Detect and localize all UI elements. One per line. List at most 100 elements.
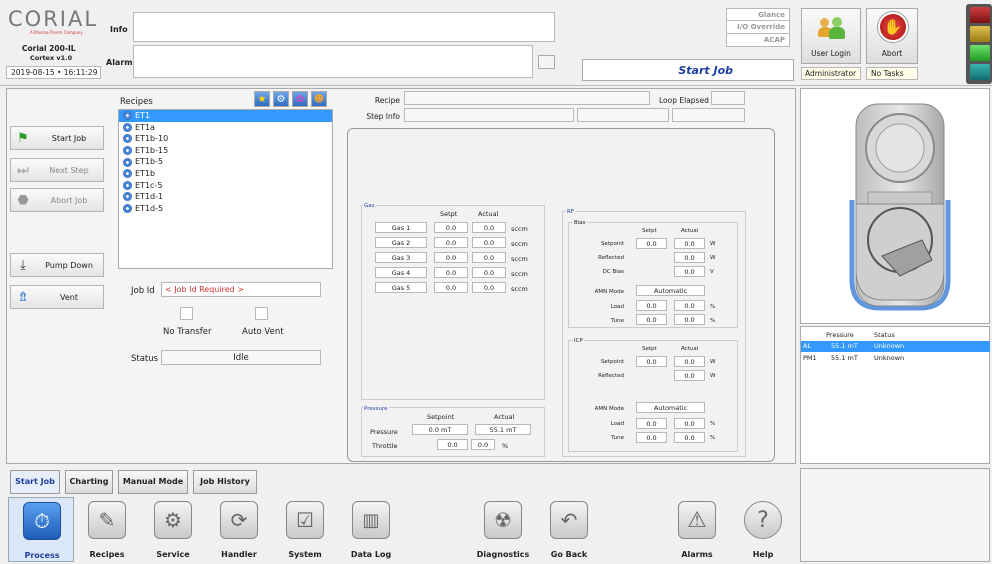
icp-amn-mode[interactable]: Automatic xyxy=(636,402,705,413)
tab-job-history[interactable]: Job History xyxy=(193,470,257,494)
icp-setpoint: 0.0 xyxy=(636,356,667,367)
recipe-item[interactable]: ET1b-5 xyxy=(119,156,332,168)
start-job-label: Start Job xyxy=(51,133,87,143)
gas-actual: 0.0 xyxy=(472,222,506,233)
nav-go-back-label: Go Back xyxy=(550,550,588,559)
bias-setpoint: 0.0 xyxy=(636,238,667,249)
recipe-item[interactable]: ET1b-15 xyxy=(119,145,332,157)
machine-diagram[interactable] xyxy=(840,100,960,314)
abort-label: Abort xyxy=(881,49,903,58)
pump-down-button[interactable]: ⤓ Pump Down xyxy=(10,253,104,277)
bias-load-unit: % xyxy=(710,304,716,310)
abort-job-button[interactable]: ⬣ Abort Job xyxy=(10,188,104,212)
bias-tune-unit: % xyxy=(710,318,716,324)
tab-manual-mode[interactable]: Manual Mode xyxy=(118,470,188,494)
vent-label: Vent xyxy=(60,292,78,302)
icp-tune-actual: 0.0 xyxy=(674,432,705,443)
recipe-item[interactable]: ET1b-10 xyxy=(119,133,332,145)
recipe-list[interactable]: ET1 ET1a ET1b-10 ET1b-15 ET1b-5 ET1b ET1… xyxy=(118,109,333,269)
alarm-ack-button[interactable] xyxy=(538,55,555,69)
signal-blue-lamp xyxy=(970,64,990,80)
recipe-item[interactable]: ET1b xyxy=(119,168,332,180)
no-transfer-checkbox[interactable] xyxy=(180,307,193,320)
glance-indicator[interactable]: Glance xyxy=(726,8,790,21)
io-override-indicator[interactable]: I/O Override xyxy=(726,21,790,34)
current-user: Administrator xyxy=(801,67,861,80)
bias-reflected: 0.0 xyxy=(674,252,705,263)
throttle-setpoint: 0.0 xyxy=(437,439,468,450)
nav-go-back-button[interactable]: ↶ Go Back xyxy=(536,497,602,562)
nav-process-button[interactable]: ⏱ Process xyxy=(8,497,74,562)
recipe-item[interactable]: ET1c-5 xyxy=(119,180,332,192)
nav-handler-button[interactable]: ⟳ Handler xyxy=(206,497,272,562)
gas-unit: sccm xyxy=(511,285,528,293)
nav-help-button[interactable]: ? Help xyxy=(730,497,796,562)
bias-amn-mode[interactable]: Automatic xyxy=(636,285,705,296)
right-footer-panel xyxy=(800,468,990,562)
loop-elapsed-label: Loop Elapsed xyxy=(659,96,709,105)
recipe-item[interactable]: ET1d-1 xyxy=(119,191,332,203)
nav-handler-label: Handler xyxy=(221,550,257,559)
nav-service-button[interactable]: ⚙ Service xyxy=(140,497,206,562)
recipe-item[interactable]: ET1 xyxy=(119,110,332,122)
throttle-unit: % xyxy=(502,442,509,450)
icp-actual: 0.0 xyxy=(674,356,705,367)
icp-tune-setpoint: 0.0 xyxy=(636,432,667,443)
vent-icon: ⇯ xyxy=(17,289,29,305)
table-row[interactable]: PM1 55.1 mT Unknown xyxy=(801,353,990,364)
nav-recipes-label: Recipes xyxy=(89,550,125,559)
nav-diagnostics-button[interactable]: ☢ Diagnostics xyxy=(470,497,536,562)
next-step-button[interactable]: ⏭ Next Step xyxy=(10,158,104,182)
bias-reflected-label: Reflected xyxy=(598,255,624,261)
gas-name: Gas 3 xyxy=(375,252,427,263)
alarms-warning-icon: ⚠ xyxy=(678,501,716,539)
corial-logo: CORIAL A Plasma-Therm Company xyxy=(8,8,104,42)
loop-elapsed-field xyxy=(711,91,745,105)
abort-job-label: Abort Job xyxy=(50,195,88,205)
acap-indicator[interactable]: ACAP xyxy=(726,34,790,47)
recipe-gear-icon xyxy=(123,192,132,202)
recipe-gear-icon xyxy=(123,180,132,190)
user-login-button[interactable]: User Login xyxy=(801,8,861,64)
bias-setpoint-label: Setpoint xyxy=(600,241,624,247)
software-version: Cortex v1.0 xyxy=(30,54,73,62)
gas-unit: sccm xyxy=(511,225,528,233)
nav-system-button[interactable]: ☑ System xyxy=(272,497,338,562)
gas-actual: 0.0 xyxy=(472,252,506,263)
nav-recipes-button[interactable]: ✎ Recipes xyxy=(74,497,140,562)
pressure-setpoint-header: Setpoint xyxy=(427,413,455,421)
signal-green-lamp xyxy=(970,45,990,61)
icp-reflected: 0.0 xyxy=(674,370,705,381)
table-row[interactable]: AL 55.1 mT Unknown xyxy=(801,341,990,352)
auto-vent-checkbox[interactable] xyxy=(255,307,268,320)
gas-unit: sccm xyxy=(511,255,528,263)
abort-hand-icon: ✋ xyxy=(878,12,908,42)
recipe-gear-icon xyxy=(123,146,132,156)
tab-charting[interactable]: Charting xyxy=(65,470,113,494)
recipe-settings-icon[interactable]: ⚙ xyxy=(273,91,289,107)
gas-name: Gas 1 xyxy=(375,222,427,233)
module-id: AL xyxy=(803,342,812,350)
recipe-gear-icon xyxy=(123,169,132,179)
table-header-status: Status xyxy=(874,331,895,339)
abort-button[interactable]: ✋ Abort xyxy=(866,8,918,64)
favorite-star-icon[interactable]: ★ xyxy=(254,91,270,107)
table-header-pressure: Pressure xyxy=(826,331,854,339)
tab-start-job[interactable]: Start Job xyxy=(10,470,60,494)
recipe-item[interactable]: ET1a xyxy=(119,122,332,134)
icp-load-setpoint: 0.0 xyxy=(636,418,667,429)
recipe-field xyxy=(404,91,650,105)
recipe-item[interactable]: ET1d-5 xyxy=(119,203,332,215)
nav-service-label: Service xyxy=(156,550,190,559)
signal-amber-lamp xyxy=(970,26,990,42)
job-id-input[interactable] xyxy=(161,282,321,297)
step-info-field-2 xyxy=(577,108,669,122)
nav-alarms-button[interactable]: ⚠ Alarms xyxy=(664,497,730,562)
recipe-user-icon[interactable]: ☻ xyxy=(311,91,327,107)
mode-indicators: Glance I/O Override ACAP xyxy=(726,8,790,60)
start-job-button[interactable]: ⚑ Start Job xyxy=(10,126,104,150)
vent-button[interactable]: ⇯ Vent xyxy=(10,285,104,309)
recipe-flower-icon[interactable]: ✿ xyxy=(292,91,308,107)
icp-actual-header: Actual xyxy=(681,346,699,352)
nav-data-log-button[interactable]: ▥ Data Log xyxy=(338,497,404,562)
